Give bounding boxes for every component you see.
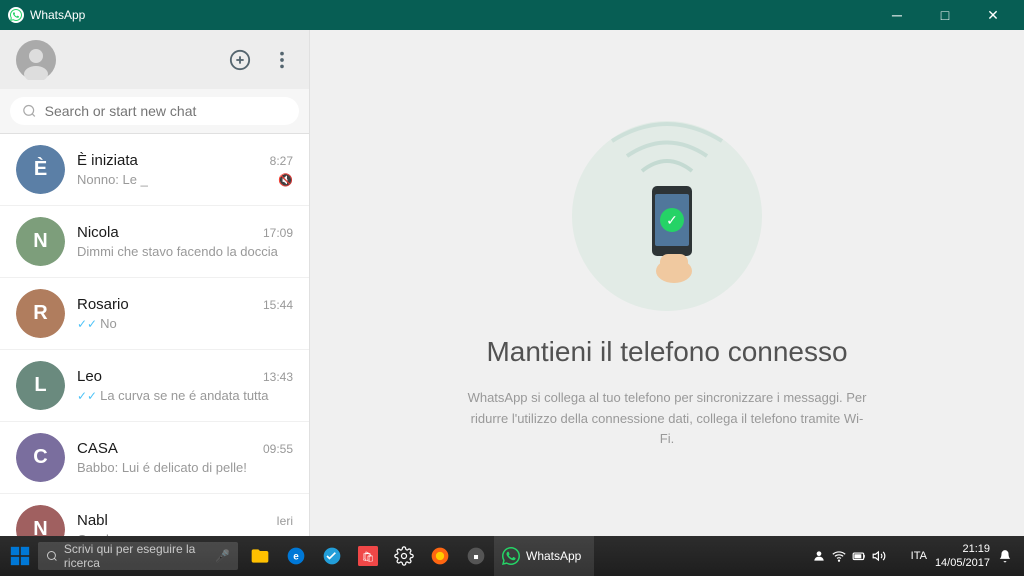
sidebar-header: [0, 30, 309, 89]
main-panel: ✓ Mantieni il telefono connesso WhatsApp…: [310, 30, 1024, 536]
chat-info: Leo 13:43 ✓✓ La curva se ne é andata tut…: [77, 368, 293, 403]
chat-preview: Nonno: Le _🔇: [77, 172, 293, 187]
app-icon: [8, 7, 24, 23]
taskbar-search[interactable]: Scrivi qui per eseguire la ricerca 🎤: [38, 542, 238, 570]
svg-text:✓: ✓: [666, 212, 678, 228]
app-container: È È iniziata 8:27 Nonno: Le _🔇 N: [0, 30, 1024, 536]
time-display: 21:19: [962, 542, 990, 556]
chat-top: CASA 09:55: [77, 440, 293, 457]
sidebar: È È iniziata 8:27 Nonno: Le _🔇 N: [0, 30, 310, 536]
store-icon[interactable]: 🛍: [352, 536, 384, 576]
title-bar-controls: ─ □ ✕: [874, 0, 1016, 30]
settings-icon[interactable]: [388, 536, 420, 576]
chat-avatar: È: [16, 145, 65, 194]
title-bar-left: WhatsApp: [8, 7, 85, 23]
chat-preview: ✓✓ La curva se ne é andata tutta: [77, 388, 293, 403]
chat-item[interactable]: R Rosario 15:44 ✓✓ No: [0, 278, 309, 350]
chat-time: 15:44: [263, 298, 293, 312]
firefox-icon[interactable]: [424, 536, 456, 576]
svg-text:🛍: 🛍: [362, 551, 375, 563]
start-button[interactable]: [4, 536, 36, 576]
search-wrapper: [10, 97, 299, 125]
chat-avatar: L: [16, 361, 65, 410]
chat-preview: Dimmi che stavo facendo la doccia: [77, 244, 293, 259]
search-input[interactable]: [45, 103, 287, 119]
phone-illustration: ✓: [557, 116, 777, 316]
chat-item[interactable]: È È iniziata 8:27 Nonno: Le _🔇: [0, 134, 309, 206]
new-chat-button[interactable]: [229, 49, 251, 71]
chat-avatar: C: [16, 433, 65, 482]
close-button[interactable]: ✕: [970, 0, 1016, 30]
unknown-icon[interactable]: ■: [460, 536, 492, 576]
chat-avatar: N: [16, 217, 65, 266]
microphone-icon: 🎤: [215, 549, 230, 563]
wifi-icon: [832, 549, 846, 563]
telegram-icon[interactable]: [316, 536, 348, 576]
chat-item[interactable]: N Nabl Ieri Goodn: [0, 494, 309, 536]
taskbar-search-text: Scrivi qui per eseguire la ricerca: [64, 542, 209, 570]
chat-preview: ✓✓ No: [77, 316, 293, 331]
chat-time: 17:09: [263, 226, 293, 240]
chat-top: Nabl Ieri: [77, 512, 293, 529]
chat-list: È È iniziata 8:27 Nonno: Le _🔇 N: [0, 134, 309, 536]
chat-item[interactable]: L Leo 13:43 ✓✓ La curva se ne é andata t…: [0, 350, 309, 422]
date-display: 14/05/2017: [935, 556, 990, 570]
header-icons: [229, 49, 293, 71]
chat-info: CASA 09:55 Babbo: Lui é delicato di pell…: [77, 440, 293, 475]
notification-icon[interactable]: [998, 549, 1012, 563]
chat-info: Nabl Ieri Goodn: [77, 512, 293, 536]
file-explorer-icon[interactable]: [244, 536, 276, 576]
chat-item[interactable]: N Nicola 17:09 Dimmi che stavo facendo l…: [0, 206, 309, 278]
whatsapp-taskbar-button[interactable]: WhatsApp: [494, 536, 594, 576]
minimize-button[interactable]: ─: [874, 0, 920, 30]
svg-text:■: ■: [473, 551, 478, 561]
search-icon: [22, 103, 37, 119]
chat-time: 09:55: [263, 442, 293, 456]
chat-info: Rosario 15:44 ✓✓ No: [77, 296, 293, 331]
chat-info: È iniziata 8:27 Nonno: Le _🔇: [77, 152, 293, 187]
edge-icon[interactable]: e: [280, 536, 312, 576]
chat-top: Leo 13:43: [77, 368, 293, 385]
chat-top: Rosario 15:44: [77, 296, 293, 313]
battery-icon: [852, 549, 866, 563]
welcome-content: ✓ Mantieni il telefono connesso WhatsApp…: [467, 116, 867, 450]
user-icon: [812, 549, 826, 563]
system-tray: ITA 21:19 14/05/2017: [812, 542, 1020, 571]
search-bar: [0, 89, 309, 134]
tray-icons: [812, 549, 886, 563]
title-bar: WhatsApp ─ □ ✕: [0, 0, 1024, 30]
chat-name: Nabl: [77, 512, 108, 529]
chat-preview: Babbo: Lui é delicato di pelle!: [77, 460, 293, 475]
taskbar: Scrivi qui per eseguire la ricerca 🎤 e: [0, 536, 1024, 576]
volume-icon: [872, 549, 886, 563]
chat-time: 13:43: [263, 370, 293, 384]
svg-text:e: e: [293, 551, 299, 562]
chat-avatar: R: [16, 289, 65, 338]
chat-name: Nicola: [77, 224, 119, 241]
chat-time: 8:27: [270, 154, 293, 168]
taskbar-app-icons: e 🛍: [244, 536, 492, 576]
chat-name: CASA: [77, 440, 118, 457]
welcome-title: Mantieni il telefono connesso: [486, 336, 847, 368]
title-bar-label: WhatsApp: [30, 8, 85, 22]
menu-button[interactable]: [271, 49, 293, 71]
chat-avatar: N: [16, 505, 65, 536]
chat-name: Leo: [77, 368, 102, 385]
user-avatar[interactable]: [16, 40, 56, 80]
chat-name: Rosario: [77, 296, 129, 313]
chat-time: Ieri: [276, 514, 293, 528]
whatsapp-taskbar-label: WhatsApp: [526, 549, 581, 563]
chat-name: È iniziata: [77, 152, 138, 169]
chat-item[interactable]: C CASA 09:55 Babbo: Lui é delicato di pe…: [0, 422, 309, 494]
chat-info: Nicola 17:09 Dimmi che stavo facendo la …: [77, 224, 293, 259]
lang-label: ITA: [911, 550, 927, 562]
welcome-description: WhatsApp si collega al tuo telefono per …: [467, 388, 867, 450]
maximize-button[interactable]: □: [922, 0, 968, 30]
taskbar-clock: 21:19 14/05/2017: [935, 542, 990, 571]
chat-top: Nicola 17:09: [77, 224, 293, 241]
taskbar-search-icon: [46, 549, 58, 563]
chat-top: È iniziata 8:27: [77, 152, 293, 169]
